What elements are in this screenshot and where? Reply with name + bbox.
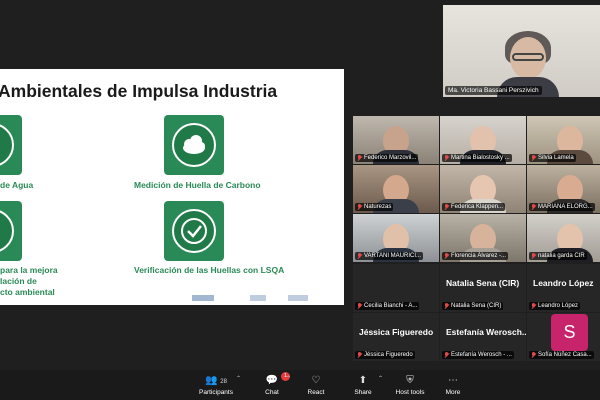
react-label: React — [307, 389, 325, 396]
mic-off-icon — [357, 155, 362, 161]
mic-off-icon — [531, 303, 536, 309]
more-button[interactable]: ⋯ More — [440, 374, 466, 396]
participant-name: Cecilia Bianchi - A... — [364, 303, 418, 309]
participant-tile-no-video[interactable]: Leandro López Leandro López — [527, 264, 600, 312]
slide-label-mejora-1: para la mejora — [0, 265, 58, 275]
chevron-up-icon[interactable]: ⌃ — [286, 375, 291, 382]
participant-display-name: Jéssica Figueredo — [359, 327, 434, 337]
chat-button[interactable]: 💬 1 Chat — [258, 372, 290, 396]
participants-count: 28 — [220, 379, 227, 385]
people-icon: 👥 28 — [205, 375, 227, 386]
share-button[interactable]: ⬆ Share — [349, 374, 377, 396]
participant-display-name: Natalia Sena (CIR) — [446, 278, 520, 288]
participant-name: Natalia Sena (CIR) — [451, 303, 502, 309]
mic-off-icon — [531, 352, 536, 358]
mic-off-icon — [444, 352, 449, 358]
participant-tile[interactable]: Martina Bialostosky ... — [440, 116, 526, 164]
participant-name: MARIANA ELORG... — [538, 204, 593, 210]
slide-label-carbono: Medición de Huella de Carbono — [134, 180, 261, 190]
participant-name: Federica Klappen... — [451, 204, 504, 210]
participant-name: Sofía Núñez Casa... — [538, 352, 592, 358]
presenter-name: Ma. Victoria Bassani Perszivich — [445, 86, 542, 95]
chat-icon: 💬 1 — [258, 372, 290, 387]
mic-off-icon — [444, 155, 449, 161]
share-screen-icon: ⬆ — [358, 375, 368, 386]
participant-name: VARTANI MAURICI... — [364, 253, 422, 259]
leaf-check-icon — [164, 201, 224, 261]
participant-tile-no-video[interactable]: Estefanía Werosch... Estefanía Werosch -… — [440, 313, 529, 361]
participant-tile[interactable]: Naturezas — [353, 165, 439, 213]
participant-name: Florencia Álvarez -... — [451, 253, 507, 259]
participant-tile[interactable]: MARIANA ELORG... — [527, 165, 600, 213]
meeting-window: Ambientales de Impulsa Industria de Agua… — [0, 0, 600, 400]
mic-off-icon — [357, 303, 362, 309]
participant-tile[interactable]: Federico Marzovil... — [353, 116, 439, 164]
mic-off-icon — [357, 352, 362, 358]
mic-off-icon — [531, 253, 536, 259]
participant-tile-no-video[interactable]: Cecilia Bianchi - A... — [353, 264, 439, 312]
participant-name: Estefanía Werosch - ... — [451, 352, 512, 358]
host-tools-button[interactable]: ⛨ Host tools — [392, 374, 428, 396]
host-tools-label: Host tools — [395, 389, 425, 396]
participants-label: Participants — [199, 389, 233, 396]
chat-label: Chat — [265, 389, 279, 396]
participant-display-name: Leandro López — [533, 278, 594, 288]
participant-tile-no-video[interactable]: Natalia Sena (CIR) Natalia Sena (CIR) — [440, 264, 526, 312]
participant-tile-no-video[interactable]: Jéssica Figueredo Jéssica Figueredo — [353, 313, 439, 361]
participant-tile[interactable]: natalia garda CIR — [527, 214, 600, 262]
participant-tile[interactable]: VARTANI MAURICI... — [353, 214, 439, 262]
mic-off-icon — [357, 253, 362, 259]
footer-logo-1 — [192, 295, 214, 301]
participant-name: natalia garda CIR — [538, 253, 585, 259]
presenter-video[interactable]: Ma. Victoria Bassani Perszivich — [443, 5, 600, 97]
chevron-up-icon[interactable]: ⌃ — [378, 375, 383, 382]
mic-off-icon — [531, 204, 536, 210]
cloud-carbon-icon — [164, 115, 224, 175]
participant-tile[interactable]: Florencia Álvarez -... — [440, 214, 526, 262]
participant-display-name: Estefanía Werosch... — [446, 327, 529, 337]
participant-tile[interactable]: Federica Klappen... — [440, 165, 526, 213]
avatar: S — [551, 314, 588, 351]
water-icon — [0, 115, 22, 175]
footer-logo-3 — [288, 295, 308, 301]
mic-off-icon — [531, 155, 536, 161]
shared-slide: Ambientales de Impulsa Industria de Agua… — [0, 69, 344, 305]
footer-logo-2 — [250, 295, 266, 301]
slide-title: Ambientales de Impulsa Industria — [0, 81, 278, 101]
participant-tile[interactable]: Silvia Lamela — [527, 116, 600, 164]
mic-off-icon — [357, 204, 362, 210]
participant-name: Silvia Lamela — [538, 155, 574, 161]
meeting-toolbar: 👥 28 Participants ⌃ 💬 1 Chat ⌃ ♡ React ⬆ … — [0, 370, 600, 400]
slide-label-mejora-2: lación de — [0, 276, 37, 286]
participant-name: Martina Bialostosky ... — [451, 155, 510, 161]
participant-name: Jéssica Figueredo — [364, 352, 413, 358]
chevron-up-icon[interactable]: ⌃ — [236, 375, 241, 382]
participant-name: Naturezas — [364, 204, 392, 210]
slide-label-verificacion: Verificación de las Huellas con LSQA — [134, 265, 285, 275]
share-label: Share — [354, 389, 372, 396]
check-icon — [0, 201, 22, 261]
participant-name: Federico Marzovil... — [364, 155, 417, 161]
more-label: More — [445, 389, 461, 396]
slide-label-water: de Agua — [0, 180, 34, 190]
mic-off-icon — [444, 204, 449, 210]
mic-off-icon — [444, 303, 449, 309]
heart-icon: ♡ — [311, 375, 321, 386]
participants-button[interactable]: 👥 28 Participants — [196, 374, 236, 396]
mic-off-icon — [444, 253, 449, 259]
react-button[interactable]: ♡ React — [302, 374, 330, 396]
participant-name: Leandro López — [538, 303, 579, 309]
slide-label-mejora-3: cto ambiental — [0, 287, 55, 297]
more-icon: ⋯ — [448, 375, 458, 386]
shield-icon: ⛨ — [406, 375, 414, 386]
